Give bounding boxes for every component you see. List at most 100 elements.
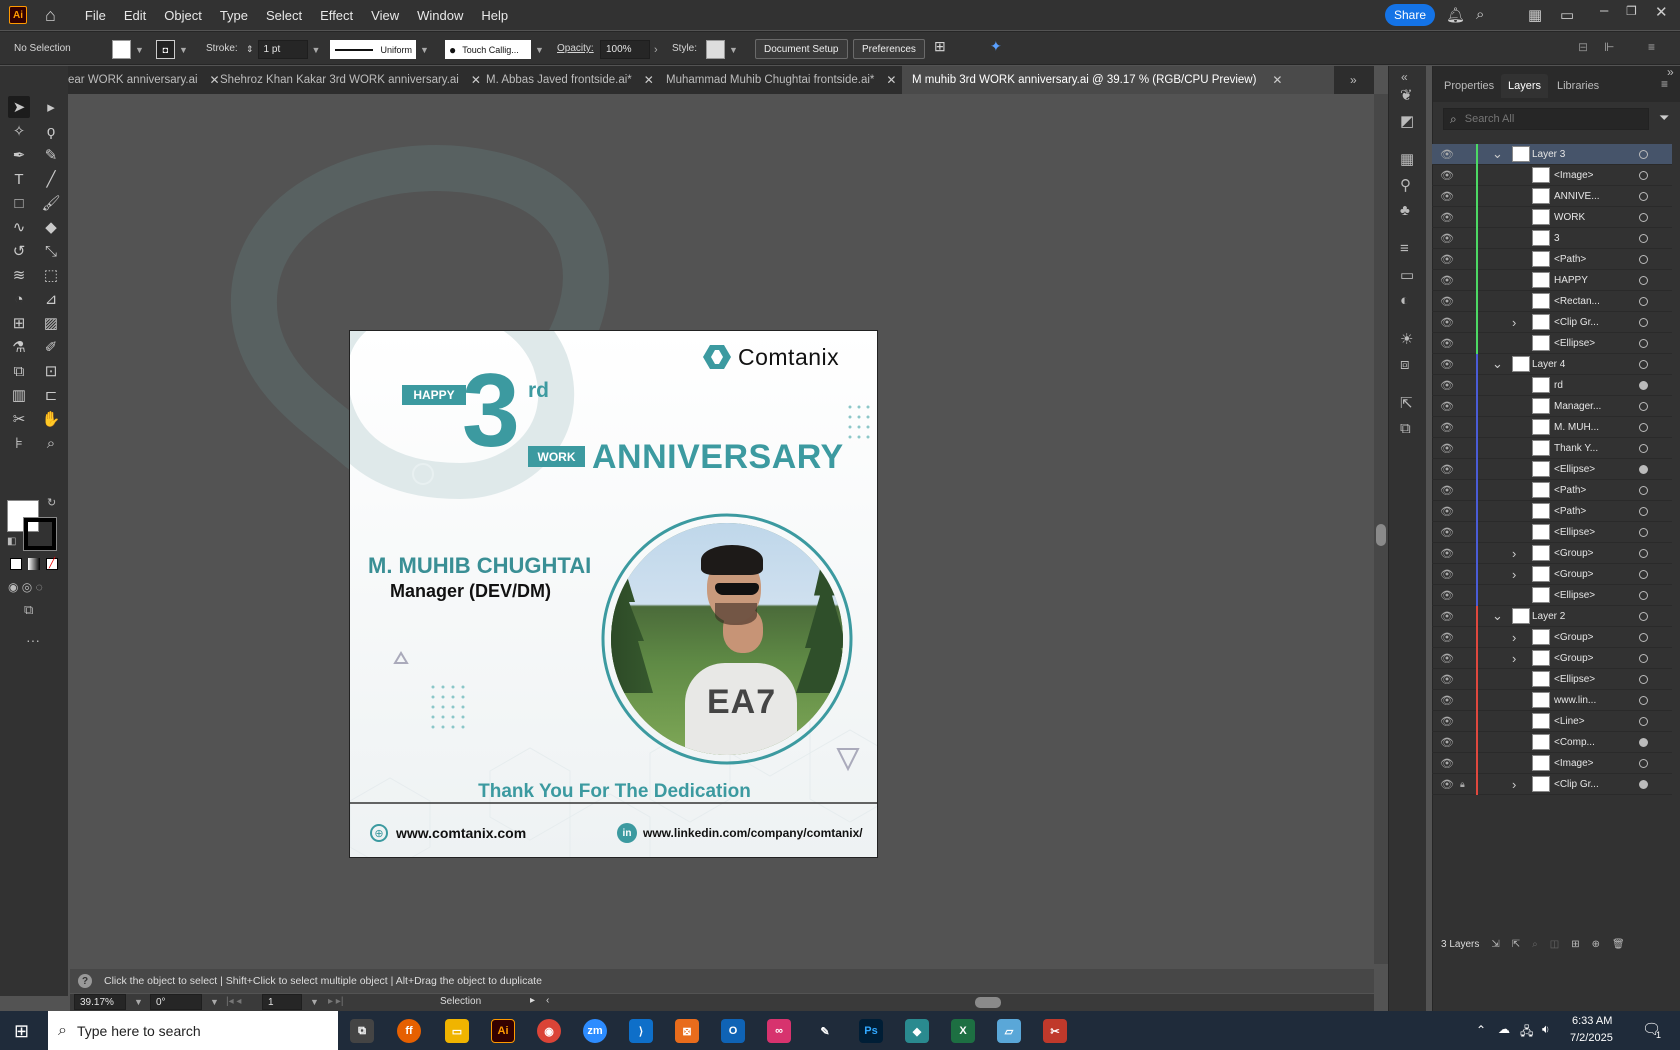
layer-row[interactable]: 👁︎ ⌄ Layer 2 xyxy=(1432,605,1672,627)
visibility-eye-icon[interactable]: 👁︎ xyxy=(1440,274,1454,287)
visibility-eye-icon[interactable]: 👁︎ xyxy=(1440,169,1454,182)
layer-row[interactable]: 👁︎ <Path> xyxy=(1432,500,1672,522)
layer-row[interactable]: 👁︎ <Ellipse> xyxy=(1432,668,1672,690)
windows-start-icon[interactable]: ⊞ xyxy=(14,1021,29,1042)
artboard-nav-prev-icon[interactable]: |◂ ◂ xyxy=(226,996,241,1007)
target-circle-icon[interactable] xyxy=(1639,633,1648,642)
chevron-right-icon[interactable]: › xyxy=(1512,630,1516,645)
layer-name[interactable]: Manager... xyxy=(1554,401,1601,412)
clipping-mask-icon[interactable]: ◫ xyxy=(1550,939,1559,950)
hand-tool-icon[interactable]: ✋ xyxy=(40,408,62,430)
visibility-eye-icon[interactable]: 👁︎ xyxy=(1440,547,1454,560)
visibility-eye-icon[interactable]: 👁︎ xyxy=(1440,652,1454,665)
style-swatch[interactable] xyxy=(706,40,725,59)
cloud-icon[interactable]: ☁ xyxy=(1498,1022,1510,1036)
layer-row[interactable]: 👁︎ ⌄ Layer 4 xyxy=(1432,353,1672,375)
layer-row[interactable]: 👁︎ HAPPY xyxy=(1432,269,1672,291)
network-icon[interactable]: 🖧 xyxy=(1520,1022,1533,1043)
tab-properties[interactable]: Properties xyxy=(1444,80,1494,92)
layer-row[interactable]: 👁︎ Manager... xyxy=(1432,395,1672,417)
align-icon[interactable]: ⊞ xyxy=(934,38,946,55)
share-button[interactable]: Share xyxy=(1385,4,1435,26)
distribute-icon[interactable]: ⊟ xyxy=(1578,40,1588,54)
chevron-down-icon[interactable]: ▼ xyxy=(135,45,144,55)
gradient-mode-icon[interactable] xyxy=(28,558,40,570)
swap-colors-icon[interactable]: ↻ xyxy=(47,496,56,509)
graphic-styles-icon[interactable]: ⧈ xyxy=(1400,356,1410,373)
layer-name[interactable]: <Image> xyxy=(1554,170,1593,181)
zoom-field[interactable]: 39.17% xyxy=(74,994,126,1010)
close-icon[interactable]: ✕ xyxy=(1272,73,1282,87)
menu-object[interactable]: Object xyxy=(155,8,211,23)
layer-row[interactable]: 👁︎ <Ellipse> xyxy=(1432,458,1672,480)
layer-name[interactable]: Layer 3 xyxy=(1532,149,1565,160)
chevron-down-icon[interactable]: ⌄ xyxy=(1492,608,1503,624)
direct-selection-tool-icon[interactable]: ▸ xyxy=(40,96,62,118)
paint-app-icon[interactable]: ✂ xyxy=(1043,1019,1067,1043)
bell-icon[interactable]: 🔔︎ xyxy=(1446,6,1465,24)
layer-name[interactable]: Layer 4 xyxy=(1532,359,1565,370)
layer-name[interactable]: rd xyxy=(1554,380,1563,391)
artboard-tool-icon[interactable]: ⊏ xyxy=(40,384,62,406)
target-circle-icon[interactable] xyxy=(1639,297,1648,306)
vertical-scrollbar[interactable] xyxy=(1374,94,1388,964)
panel-menu-icon[interactable]: ≡ xyxy=(1661,77,1668,91)
target-circle-icon[interactable] xyxy=(1639,255,1648,264)
layer-search-box[interactable]: ⌕ xyxy=(1443,108,1649,130)
filter-icon[interactable]: ⏷ xyxy=(1659,110,1669,126)
visibility-eye-icon[interactable]: 👁︎ xyxy=(1440,715,1454,728)
visibility-eye-icon[interactable]: 👁︎ xyxy=(1440,400,1454,413)
layer-name[interactable]: <Ellipse> xyxy=(1554,338,1595,349)
layer-row[interactable]: 👁︎ <Image> xyxy=(1432,164,1672,186)
layer-name[interactable]: <Group> xyxy=(1554,653,1593,664)
layer-row[interactable]: 👁︎ <Comp... xyxy=(1432,731,1672,753)
layer-name[interactable]: <Comp... xyxy=(1554,737,1595,748)
chevron-down-icon[interactable]: ▼ xyxy=(535,45,544,55)
visibility-eye-icon[interactable]: 👁︎ xyxy=(1440,295,1454,308)
gradient-tool-icon[interactable]: ▨ xyxy=(40,312,62,334)
menu-edit[interactable]: Edit xyxy=(115,8,155,23)
layer-name[interactable]: <Rectan... xyxy=(1554,296,1600,307)
outlook-icon[interactable]: O xyxy=(721,1019,745,1043)
symbol-sprayer-tool-icon[interactable]: ⊡ xyxy=(40,360,62,382)
tab-document-2[interactable]: Shehroz Khan Kakar 3rd WORK anniversary.… xyxy=(220,66,481,94)
artboards-icon[interactable]: ⧉ xyxy=(1400,420,1411,437)
delete-layer-icon[interactable]: 🗑︎ xyxy=(1612,939,1625,950)
chevron-down-icon[interactable]: ▼ xyxy=(310,997,319,1007)
column-graph-tool-icon[interactable]: ▥ xyxy=(8,384,30,406)
layer-row[interactable]: 👁︎ 🔒︎ › <Clip Gr... xyxy=(1432,773,1672,795)
measure-tool-icon[interactable]: ✐ xyxy=(40,336,62,358)
tab-document-active[interactable]: M muhib 3rd WORK anniversary.ai @ 39.17 … xyxy=(902,66,1334,94)
file-explorer-icon[interactable]: ▭ xyxy=(445,1019,469,1043)
arrange-documents-icon[interactable]: ▦ xyxy=(1528,6,1542,24)
menu-file[interactable]: File xyxy=(76,8,115,23)
target-circle-icon[interactable] xyxy=(1639,507,1648,516)
firefox-icon[interactable]: ff xyxy=(397,1019,421,1043)
layer-row[interactable]: 👁︎ <Image> xyxy=(1432,752,1672,774)
excel-icon[interactable]: X xyxy=(951,1019,975,1043)
artboard[interactable]: Comtanix HAPPY 3 rd WORK ANNIVERSARY M. … xyxy=(349,330,878,858)
opacity-label[interactable]: Opacity: xyxy=(557,43,594,54)
menu-type[interactable]: Type xyxy=(211,8,257,23)
layer-row[interactable]: 👁︎ 3 xyxy=(1432,227,1672,249)
tray-expand-icon[interactable]: ⌃ xyxy=(1476,1023,1486,1037)
target-circle-icon[interactable] xyxy=(1639,738,1648,747)
clock-time[interactable]: 6:33 AM xyxy=(1572,1015,1612,1027)
layer-row[interactable]: 👁︎ M. MUH... xyxy=(1432,416,1672,438)
layer-row[interactable]: 👁︎ › <Group> xyxy=(1432,542,1672,564)
layer-name[interactable]: ANNIVE... xyxy=(1554,191,1600,202)
appearance-icon[interactable]: ☀ xyxy=(1400,330,1413,348)
app-teal-icon[interactable]: ◆ xyxy=(905,1019,929,1043)
target-circle-icon[interactable] xyxy=(1639,276,1648,285)
chevron-right-icon[interactable]: › xyxy=(654,44,658,56)
blend-tool-icon[interactable]: ⧉ xyxy=(8,360,30,382)
stroke-swatch[interactable]: ◘ xyxy=(156,40,175,59)
task-view-icon[interactable]: ⧉ xyxy=(350,1019,374,1043)
layer-name[interactable]: Thank Y... xyxy=(1554,443,1598,454)
visibility-eye-icon[interactable]: 👁︎ xyxy=(1440,232,1454,245)
tab-document-3[interactable]: M. Abbas Javed frontside.ai* ✕ xyxy=(486,66,654,94)
layer-row[interactable]: 👁︎ <Ellipse> xyxy=(1432,332,1672,354)
chevron-right-icon[interactable]: › xyxy=(1512,777,1516,792)
chevron-down-icon[interactable]: ▼ xyxy=(179,45,188,55)
fill-swatch[interactable] xyxy=(112,40,131,59)
